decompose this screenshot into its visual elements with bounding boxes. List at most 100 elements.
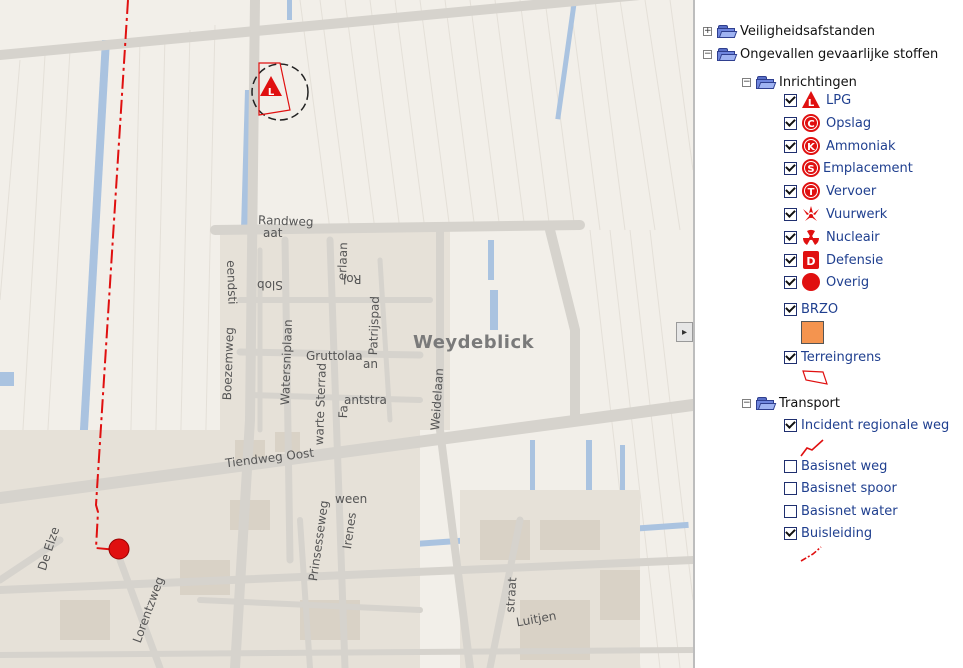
layer-item-buisleiding[interactable]: Buisleiding	[784, 523, 872, 543]
folder-open-icon	[717, 47, 738, 62]
layer-item-basisnet-spoor[interactable]: Basisnet spoor	[784, 478, 897, 498]
layer-label[interactable]: Buisleiding	[801, 526, 872, 541]
layer-checkbox[interactable]	[784, 116, 797, 130]
tree-group-inrichtingen[interactable]: − Inrichtingen	[742, 72, 857, 92]
street-label-straat: straat	[503, 576, 520, 613]
layer-label[interactable]: Nucleair	[826, 230, 880, 245]
defensie-icon: D	[801, 250, 821, 270]
layer-checkbox[interactable]	[784, 230, 797, 244]
street-label-an: an	[363, 357, 378, 371]
layer-label[interactable]: Emplacement	[823, 161, 913, 176]
street-label-slob: Slob	[257, 278, 283, 292]
layer-label[interactable]: Overig	[826, 275, 869, 290]
layer-item-ammoniak[interactable]: K Ammoniak	[784, 136, 896, 156]
layer-checkbox[interactable]	[784, 275, 797, 289]
incident-marker[interactable]	[108, 538, 130, 560]
layer-checkbox[interactable]	[784, 139, 797, 153]
expand-plus-icon[interactable]: +	[703, 26, 712, 36]
lpg-site-marker[interactable]: L	[251, 62, 309, 121]
ammoniak-icon: K	[801, 136, 821, 156]
layer-label[interactable]: LPG	[826, 93, 851, 108]
layer-checkbox[interactable]	[784, 526, 797, 540]
brzo-area-swatch	[801, 321, 824, 344]
street-label-aat: aat	[263, 226, 283, 240]
svg-text:S: S	[807, 164, 814, 175]
street-label-eendstraat: eendsti	[224, 260, 240, 305]
svg-text:T: T	[808, 187, 815, 198]
tree-group-label[interactable]: Transport	[779, 396, 840, 411]
layer-label[interactable]: Basisnet weg	[801, 459, 887, 474]
layer-checkbox[interactable]	[784, 161, 797, 175]
pipeline-line-swatch	[800, 546, 822, 562]
layer-label[interactable]: Terreingrens	[801, 350, 881, 365]
layer-item-vervoer[interactable]: T Vervoer	[784, 181, 876, 201]
collapse-minus-icon[interactable]: −	[742, 77, 751, 87]
layer-label[interactable]: Basisnet spoor	[801, 481, 897, 496]
tree-group-label[interactable]: Inrichtingen	[779, 75, 857, 90]
nucleair-icon	[801, 227, 821, 247]
street-label-boezemweg: Boezemweg	[220, 326, 237, 401]
layer-item-incident-regionale-weg[interactable]: Incident regionale weg	[784, 415, 949, 435]
svg-text:K: K	[807, 142, 816, 153]
layer-checkbox[interactable]	[784, 459, 797, 473]
layer-label[interactable]: BRZO	[801, 302, 838, 317]
tree-group-veiligheidsafstanden[interactable]: + Veiligheidsafstanden	[703, 21, 875, 41]
svg-text:L: L	[808, 98, 815, 109]
vervoer-icon: T	[801, 181, 821, 201]
layer-label[interactable]: Basisnet water	[801, 504, 898, 519]
layer-item-vuurwerk[interactable]: Vuurwerk	[784, 204, 887, 224]
tree-group-label[interactable]: Veiligheidsafstanden	[740, 24, 875, 39]
chevron-right-icon: ▸	[681, 326, 688, 338]
folder-icon	[717, 24, 738, 39]
layer-item-defensie[interactable]: D Defensie	[784, 250, 883, 270]
layer-checkbox[interactable]	[784, 418, 797, 432]
layer-checkbox[interactable]	[784, 207, 797, 221]
layer-label[interactable]: Vervoer	[826, 184, 876, 199]
layer-label[interactable]: Opslag	[826, 116, 871, 131]
tree-group-ongevallen[interactable]: − Ongevallen gevaarlijke stoffen	[703, 44, 938, 64]
street-label-rol: Rol	[343, 272, 362, 286]
opslag-icon: C	[801, 113, 821, 133]
svg-text:D: D	[806, 255, 815, 268]
street-label-ween: ween	[335, 492, 368, 506]
street-label-watersniplaan: Watersniplaan	[278, 319, 295, 406]
map-view[interactable]: L Randweg aat eendsti erlaan Slob Rol Pa…	[0, 0, 693, 668]
street-label-antstraat: antstra	[344, 393, 387, 407]
vuurwerk-icon	[801, 204, 821, 224]
layer-checkbox[interactable]	[784, 302, 797, 316]
tree-group-transport[interactable]: − Transport	[742, 393, 840, 413]
layer-label[interactable]: Incident regionale weg	[801, 418, 949, 433]
layer-label[interactable]: Vuurwerk	[826, 207, 887, 222]
layer-item-terreingrens[interactable]: Terreingrens	[784, 347, 881, 367]
layer-checkbox[interactable]	[784, 350, 797, 364]
emplacement-icon: S	[801, 158, 821, 178]
layer-item-brzo[interactable]: BRZO	[784, 299, 838, 319]
collapse-minus-icon[interactable]: −	[742, 398, 751, 408]
layer-item-opslag[interactable]: C Opslag	[784, 113, 871, 133]
layer-checkbox[interactable]	[784, 93, 797, 107]
layer-checkbox[interactable]	[784, 184, 797, 198]
layer-item-basisnet-water[interactable]: Basisnet water	[784, 501, 898, 521]
folder-open-icon	[756, 75, 777, 90]
layer-legend-panel: + Veiligheidsafstanden − Ongevallen geva…	[695, 0, 963, 668]
legend-collapse-button[interactable]: ▸	[676, 322, 693, 342]
layer-checkbox[interactable]	[784, 504, 797, 518]
layer-label[interactable]: Ammoniak	[826, 139, 896, 154]
layer-checkbox[interactable]	[784, 253, 797, 267]
layer-item-overig[interactable]: Overig	[784, 272, 869, 292]
tree-group-label[interactable]: Ongevallen gevaarlijke stoffen	[740, 47, 938, 62]
street-label-patrijspad: Patrijspad	[366, 295, 383, 356]
svg-text:L: L	[268, 87, 275, 98]
street-label-gruttolaan: Gruttolaa	[306, 349, 363, 363]
incident-road-line-swatch	[800, 439, 824, 457]
layer-item-lpg[interactable]: L LPG	[784, 90, 851, 110]
collapse-minus-icon[interactable]: −	[703, 49, 712, 59]
layer-item-basisnet-weg[interactable]: Basisnet weg	[784, 456, 887, 476]
layer-label[interactable]: Defensie	[826, 253, 883, 268]
layer-checkbox[interactable]	[784, 481, 797, 495]
street-label-sternstraat: warte Sterrad	[312, 362, 329, 446]
lpg-icon: L	[801, 90, 821, 110]
layer-item-nucleair[interactable]: Nucleair	[784, 227, 880, 247]
layer-item-emplacement[interactable]: S Emplacement	[784, 158, 913, 178]
map-canvas[interactable]: L	[0, 0, 693, 668]
